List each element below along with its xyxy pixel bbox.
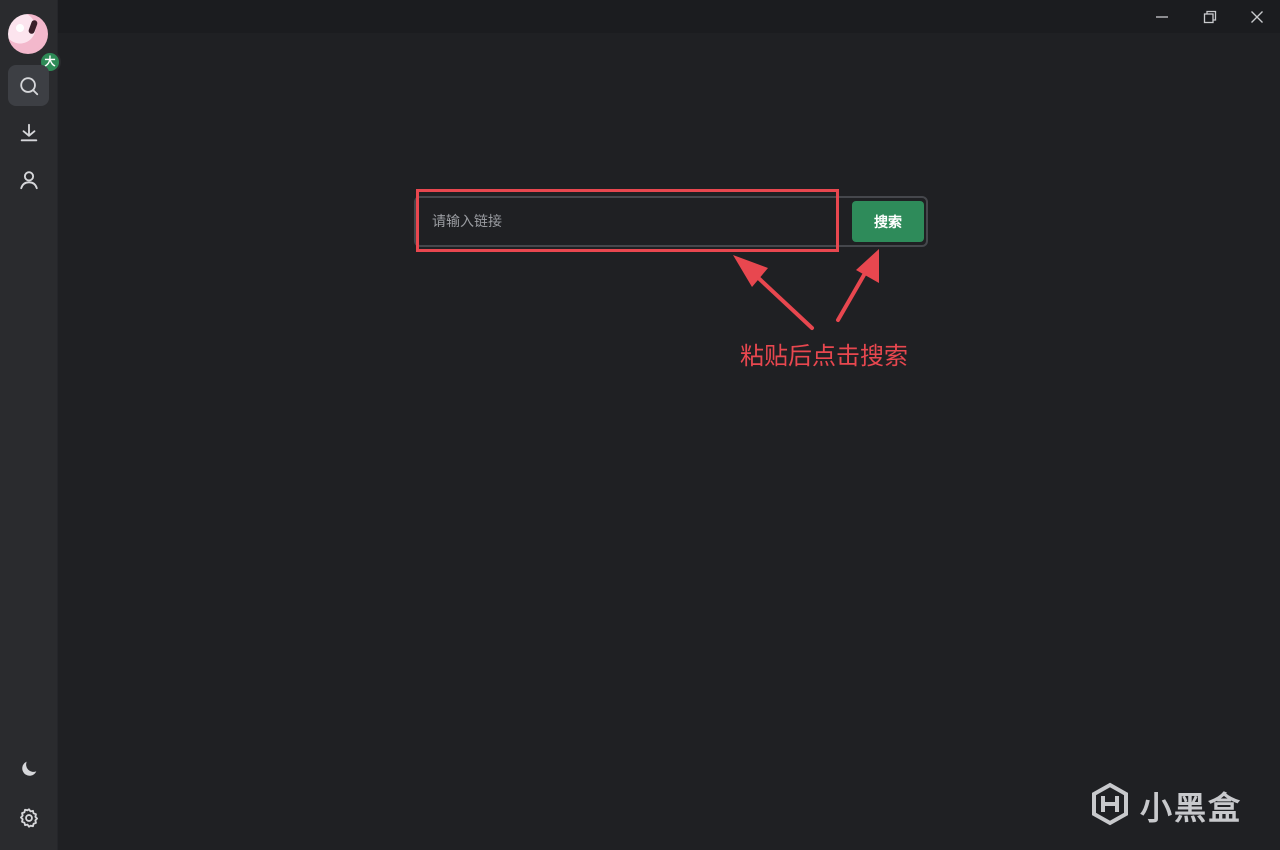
annotation-arrows — [733, 249, 879, 330]
gear-icon — [19, 807, 38, 828]
link-input[interactable] — [418, 200, 838, 243]
annotation-text: 粘贴后点击搜索 — [740, 342, 908, 370]
app-window: 大 请输入链接 搜索 粘贴后点击搜索 小黑盒 — [0, 0, 1280, 850]
avatar[interactable]: 大 — [8, 14, 61, 73]
title-bar — [58, 0, 1280, 33]
restore-icon — [1203, 10, 1217, 23]
close-icon — [1251, 10, 1263, 23]
watermark-text: 小黑盒 — [1140, 789, 1243, 827]
sidebar: 大 — [0, 0, 61, 850]
search-icon — [19, 76, 38, 95]
sidebar-item-search[interactable] — [8, 65, 49, 106]
user-icon — [19, 170, 38, 189]
sidebar-item-download[interactable] — [8, 112, 49, 153]
moon-icon — [21, 761, 36, 776]
heybox-logo-icon — [1088, 782, 1132, 830]
search-button[interactable]: 搜索 — [852, 201, 924, 242]
minimize-button[interactable] — [1139, 0, 1185, 33]
minimize-icon — [1156, 15, 1168, 18]
restore-button[interactable] — [1187, 0, 1233, 33]
watermark: 小黑盒 — [1088, 782, 1242, 830]
theme-toggle-button[interactable] — [8, 748, 49, 789]
avatar-figure — [27, 19, 39, 35]
settings-button[interactable] — [8, 797, 49, 838]
close-button[interactable] — [1234, 0, 1280, 33]
search-bar: 搜索 — [414, 196, 928, 247]
download-icon — [20, 123, 37, 141]
sidebar-item-user[interactable] — [8, 159, 49, 200]
